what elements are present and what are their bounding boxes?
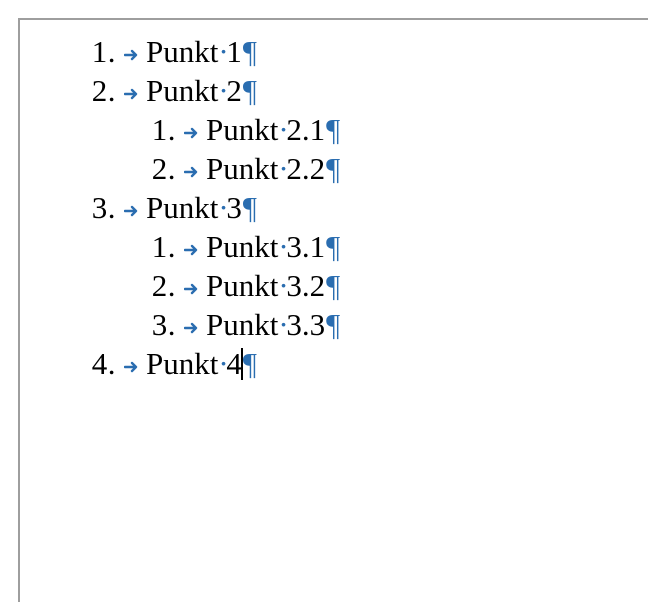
list-item-suffix: 3.3 bbox=[286, 305, 325, 344]
list-item-word: Punkt bbox=[206, 110, 278, 149]
tab-arrow-icon bbox=[176, 164, 206, 179]
list-number: 1. bbox=[82, 32, 116, 71]
list-item[interactable]: 1. Punkt · 1 ¶ bbox=[20, 32, 648, 71]
list-item-word: Punkt bbox=[146, 188, 218, 227]
list-number: 2. bbox=[142, 266, 176, 305]
space-dot-icon: · bbox=[218, 188, 226, 227]
list-number: 2. bbox=[142, 149, 176, 188]
list-item-word: Punkt bbox=[146, 32, 218, 71]
pilcrow-icon: ¶ bbox=[325, 305, 340, 344]
space-dot-icon: · bbox=[218, 344, 226, 383]
list-item-suffix: 3.2 bbox=[286, 266, 325, 305]
list-item[interactable]: 2. Punkt · 2.2 ¶ bbox=[20, 149, 648, 188]
space-dot-icon: · bbox=[218, 71, 226, 110]
space-dot-icon: · bbox=[278, 305, 286, 344]
list-item-word: Punkt bbox=[146, 71, 218, 110]
space-dot-icon: · bbox=[278, 266, 286, 305]
list-item[interactable]: 4. Punkt · 4 ¶ bbox=[20, 344, 648, 383]
document-page[interactable]: 1. Punkt · 1 ¶ 2. Punkt · 2 ¶ 1. Punkt ·… bbox=[18, 18, 648, 602]
list-number: 4. bbox=[82, 344, 116, 383]
list-item[interactable]: 2. Punkt · 2 ¶ bbox=[20, 71, 648, 110]
tab-arrow-icon bbox=[116, 203, 146, 218]
space-dot-icon: · bbox=[278, 227, 286, 266]
tab-arrow-icon bbox=[176, 281, 206, 296]
list-number: 3. bbox=[82, 188, 116, 227]
list-item-suffix: 3.1 bbox=[286, 227, 325, 266]
space-dot-icon: · bbox=[278, 149, 286, 188]
list-item-word: Punkt bbox=[206, 305, 278, 344]
pilcrow-icon: ¶ bbox=[242, 188, 257, 227]
tab-arrow-icon bbox=[116, 47, 146, 62]
tab-arrow-icon bbox=[176, 125, 206, 140]
list-number: 3. bbox=[142, 305, 176, 344]
list-number: 1. bbox=[142, 227, 176, 266]
pilcrow-icon: ¶ bbox=[242, 344, 257, 383]
list-item[interactable]: 1. Punkt · 3.1 ¶ bbox=[20, 227, 648, 266]
list-item-suffix: 2.1 bbox=[286, 110, 325, 149]
tab-arrow-icon bbox=[176, 242, 206, 257]
pilcrow-icon: ¶ bbox=[242, 32, 257, 71]
pilcrow-icon: ¶ bbox=[325, 149, 340, 188]
pilcrow-icon: ¶ bbox=[242, 71, 257, 110]
list-item[interactable]: 3. Punkt · 3 ¶ bbox=[20, 188, 648, 227]
space-dot-icon: · bbox=[218, 32, 226, 71]
list-item-word: Punkt bbox=[206, 227, 278, 266]
list-item[interactable]: 2. Punkt · 3.2 ¶ bbox=[20, 266, 648, 305]
list-item-word: Punkt bbox=[146, 344, 218, 383]
list-number: 2. bbox=[82, 71, 116, 110]
tab-arrow-icon bbox=[116, 359, 146, 374]
list-item-suffix: 2.2 bbox=[286, 149, 325, 188]
pilcrow-icon: ¶ bbox=[325, 266, 340, 305]
list-number: 1. bbox=[142, 110, 176, 149]
list-item[interactable]: 1. Punkt · 2.1 ¶ bbox=[20, 110, 648, 149]
list-item-word: Punkt bbox=[206, 266, 278, 305]
pilcrow-icon: ¶ bbox=[325, 110, 340, 149]
list-item-word: Punkt bbox=[206, 149, 278, 188]
list-item[interactable]: 3. Punkt · 3.3 ¶ bbox=[20, 305, 648, 344]
tab-arrow-icon bbox=[116, 86, 146, 101]
space-dot-icon: · bbox=[278, 110, 286, 149]
tab-arrow-icon bbox=[176, 320, 206, 335]
pilcrow-icon: ¶ bbox=[325, 227, 340, 266]
